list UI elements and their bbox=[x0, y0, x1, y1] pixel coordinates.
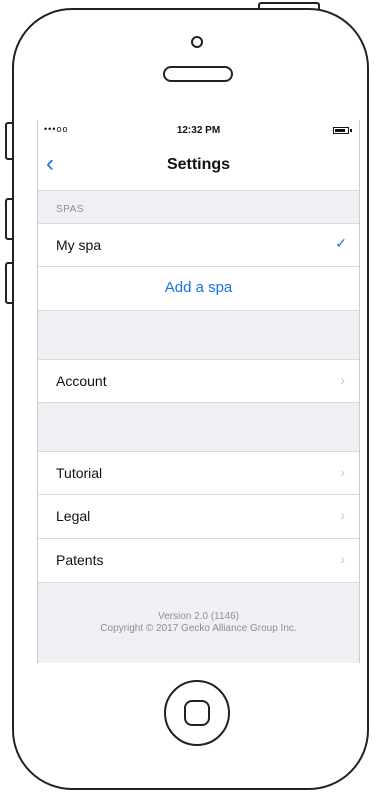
list-item-account[interactable]: Account › bbox=[38, 359, 359, 403]
list-item-label: Patents bbox=[56, 552, 104, 568]
copyright-text: Copyright © 2017 Gecko Alliance Group In… bbox=[100, 623, 297, 634]
list-item-label: My spa bbox=[56, 237, 102, 253]
checkmark-icon: ✓ bbox=[335, 235, 347, 251]
home-button[interactable] bbox=[164, 680, 230, 746]
add-spa-button[interactable]: Add a spa bbox=[38, 267, 359, 311]
chevron-right-icon: › bbox=[340, 551, 345, 567]
chevron-right-icon: › bbox=[340, 372, 345, 388]
version-text: Version 2.0 (1146) bbox=[158, 611, 239, 622]
battery-tip bbox=[350, 129, 352, 132]
list-item-my-spa[interactable]: My spa ✓ bbox=[38, 223, 359, 267]
list-item-patents[interactable]: Patents › bbox=[38, 539, 359, 583]
page-title: Settings bbox=[166, 156, 231, 173]
footer: Version 2.0 (1146) Copyright © 2017 Geck… bbox=[38, 583, 359, 635]
chevron-right-icon: › bbox=[340, 464, 345, 480]
status-time: 12:32 PM bbox=[176, 125, 221, 136]
list-item-tutorial[interactable]: Tutorial › bbox=[38, 451, 359, 495]
earpiece-speaker bbox=[163, 66, 233, 82]
list-item-label: Tutorial bbox=[56, 465, 103, 481]
spas-section-label: SPAS bbox=[56, 204, 84, 215]
home-button-icon bbox=[184, 700, 210, 726]
battery-icon bbox=[333, 127, 349, 134]
list-item-label: Legal bbox=[56, 508, 91, 524]
status-bar: •••oo 12:32 PM bbox=[38, 120, 359, 142]
list-item-legal[interactable]: Legal › bbox=[38, 495, 359, 539]
spas-section-header: SPAS bbox=[38, 191, 359, 223]
add-spa-label: Add a spa bbox=[164, 279, 233, 296]
screen: •••oo 12:32 PM ‹ Settings SPAS My spa ✓ … bbox=[37, 120, 360, 663]
navigation-bar: ‹ Settings bbox=[38, 142, 359, 191]
list-item-label: Account bbox=[56, 373, 107, 389]
chevron-right-icon: › bbox=[340, 507, 345, 523]
front-camera bbox=[191, 36, 203, 48]
